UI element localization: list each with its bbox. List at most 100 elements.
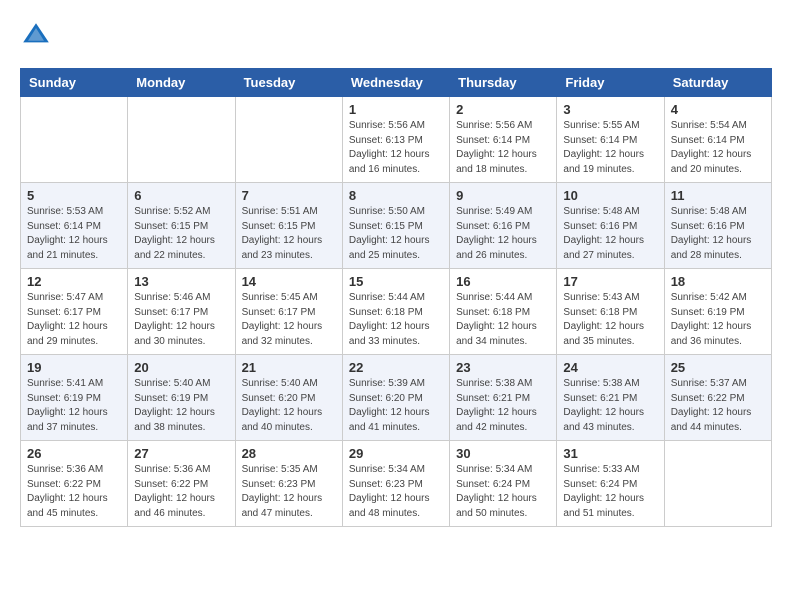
calendar-cell: 2Sunrise: 5:56 AM Sunset: 6:14 PM Daylig… — [450, 97, 557, 183]
day-number: 16 — [456, 274, 550, 289]
day-info: Sunrise: 5:53 AM Sunset: 6:14 PM Dayligh… — [27, 205, 121, 263]
calendar-cell: 3 Sunrise: 5:55 AM Sunset: 6:14 PM Daylig… — [557, 97, 664, 183]
weekday-header: Wednesday — [342, 69, 449, 97]
weekday-header-row: SundayMondayTuesdayWednesdayThursdayFrid… — [21, 69, 772, 97]
calendar-cell — [235, 97, 342, 183]
day-number: 4 — [671, 102, 765, 117]
day-info: Sunrise: 5:50 AM Sunset: 6:15 PM Dayligh… — [349, 205, 443, 263]
day-number: 1 — [349, 102, 443, 117]
day-info: Sunrise: 5:46 AM Sunset: 6:17 PM Dayligh… — [134, 291, 228, 349]
calendar-week-row: 5 Sunrise: 5:53 AM Sunset: 6:14 PM Daylig… — [21, 183, 772, 269]
day-info: Sunrise: 5:34 AM Sunset: 6:24 PM Dayligh… — [456, 463, 550, 521]
day-info: Sunrise: 5:41 AM Sunset: 6:19 PM Dayligh… — [27, 377, 121, 435]
calendar-cell: 6 Sunrise: 5:52 AM Sunset: 6:15 PM Daylig… — [128, 183, 235, 269]
day-number: 13 — [134, 274, 228, 289]
day-number: 17 — [563, 274, 657, 289]
day-info: Sunrise: 5:45 AM Sunset: 6:17 PM Dayligh… — [242, 291, 336, 349]
weekday-header: Monday — [128, 69, 235, 97]
day-info: Sunrise: 5:52 AM Sunset: 6:15 PM Dayligh… — [134, 205, 228, 263]
day-number: 6 — [134, 188, 228, 203]
calendar-table: SundayMondayTuesdayWednesdayThursdayFrid… — [20, 68, 772, 527]
calendar-cell: 25 Sunrise: 5:37 AM Sunset: 6:22 PM Dayli… — [664, 355, 771, 441]
day-number: 15 — [349, 274, 443, 289]
day-info: Sunrise: 5:36 AM Sunset: 6:22 PM Dayligh… — [27, 463, 121, 521]
day-info: Sunrise: 5:40 AM Sunset: 6:19 PM Dayligh… — [134, 377, 228, 435]
weekday-header: Thursday — [450, 69, 557, 97]
calendar-cell: 28 Sunrise: 5:35 AM Sunset: 6:23 PM Dayli… — [235, 441, 342, 527]
day-number: 8 — [349, 188, 443, 203]
day-number: 3 — [563, 102, 657, 117]
weekday-header: Sunday — [21, 69, 128, 97]
day-number: 23 — [456, 360, 550, 375]
calendar-cell: 23 Sunrise: 5:38 AM Sunset: 6:21 PM Dayli… — [450, 355, 557, 441]
day-number: 22 — [349, 360, 443, 375]
calendar-week-row: 1 Sunrise: 5:56 AM Sunset: 6:13 PM Daylig… — [21, 97, 772, 183]
day-number: 18 — [671, 274, 765, 289]
day-number: 25 — [671, 360, 765, 375]
calendar-cell: 15 Sunrise: 5:44 AM Sunset: 6:18 PM Dayli… — [342, 269, 449, 355]
calendar-cell: 14 Sunrise: 5:45 AM Sunset: 6:17 PM Dayli… — [235, 269, 342, 355]
day-number: 9 — [456, 188, 550, 203]
calendar-cell: 22 Sunrise: 5:39 AM Sunset: 6:20 PM Dayli… — [342, 355, 449, 441]
day-number: 12 — [27, 274, 121, 289]
calendar-cell: 7 Sunrise: 5:51 AM Sunset: 6:15 PM Daylig… — [235, 183, 342, 269]
day-number: 26 — [27, 446, 121, 461]
day-number: 5 — [27, 188, 121, 203]
day-info: Sunrise: 5:38 AM Sunset: 6:21 PM Dayligh… — [563, 377, 657, 435]
day-info: Sunrise: 5:36 AM Sunset: 6:22 PM Dayligh… — [134, 463, 228, 521]
calendar-cell: 5 Sunrise: 5:53 AM Sunset: 6:14 PM Daylig… — [21, 183, 128, 269]
calendar-cell: 18 Sunrise: 5:42 AM Sunset: 6:19 PM Dayli… — [664, 269, 771, 355]
calendar-cell: 9Sunrise: 5:49 AM Sunset: 6:16 PM Daylig… — [450, 183, 557, 269]
calendar-cell — [21, 97, 128, 183]
day-number: 2 — [456, 102, 550, 117]
logo — [20, 20, 58, 52]
day-info: Sunrise: 5:34 AM Sunset: 6:23 PM Dayligh… — [349, 463, 443, 521]
calendar-cell — [664, 441, 771, 527]
calendar-cell: 16 Sunrise: 5:44 AM Sunset: 6:18 PM Dayli… — [450, 269, 557, 355]
weekday-header: Friday — [557, 69, 664, 97]
day-number: 30 — [456, 446, 550, 461]
day-info: Sunrise: 5:44 AM Sunset: 6:18 PM Dayligh… — [456, 291, 550, 349]
day-info: Sunrise: 5:42 AM Sunset: 6:19 PM Dayligh… — [671, 291, 765, 349]
calendar-cell: 27 Sunrise: 5:36 AM Sunset: 6:22 PM Dayli… — [128, 441, 235, 527]
calendar-week-row: 12 Sunrise: 5:47 AM Sunset: 6:17 PM Dayli… — [21, 269, 772, 355]
day-info: Sunrise: 5:54 AM Sunset: 6:14 PM Dayligh… — [671, 119, 765, 177]
calendar-cell: 12 Sunrise: 5:47 AM Sunset: 6:17 PM Dayli… — [21, 269, 128, 355]
calendar-cell: 4 Sunrise: 5:54 AM Sunset: 6:14 PM Daylig… — [664, 97, 771, 183]
weekday-header: Tuesday — [235, 69, 342, 97]
day-info: Sunrise: 5:44 AM Sunset: 6:18 PM Dayligh… — [349, 291, 443, 349]
day-info: Sunrise: 5:48 AM Sunset: 6:16 PM Dayligh… — [563, 205, 657, 263]
day-number: 24 — [563, 360, 657, 375]
calendar-cell: 31Sunrise: 5:33 AM Sunset: 6:24 PM Dayli… — [557, 441, 664, 527]
day-number: 29 — [349, 446, 443, 461]
day-number: 21 — [242, 360, 336, 375]
day-number: 28 — [242, 446, 336, 461]
day-info: Sunrise: 5:47 AM Sunset: 6:17 PM Dayligh… — [27, 291, 121, 349]
day-info: Sunrise: 5:55 AM Sunset: 6:14 PM Dayligh… — [563, 119, 657, 177]
calendar-week-row: 19Sunrise: 5:41 AM Sunset: 6:19 PM Dayli… — [21, 355, 772, 441]
day-info: Sunrise: 5:38 AM Sunset: 6:21 PM Dayligh… — [456, 377, 550, 435]
day-number: 14 — [242, 274, 336, 289]
day-info: Sunrise: 5:40 AM Sunset: 6:20 PM Dayligh… — [242, 377, 336, 435]
calendar-cell: 11Sunrise: 5:48 AM Sunset: 6:16 PM Dayli… — [664, 183, 771, 269]
day-info: Sunrise: 5:37 AM Sunset: 6:22 PM Dayligh… — [671, 377, 765, 435]
day-number: 27 — [134, 446, 228, 461]
day-info: Sunrise: 5:56 AM Sunset: 6:13 PM Dayligh… — [349, 119, 443, 177]
calendar-cell: 8 Sunrise: 5:50 AM Sunset: 6:15 PM Daylig… — [342, 183, 449, 269]
calendar-week-row: 26 Sunrise: 5:36 AM Sunset: 6:22 PM Dayli… — [21, 441, 772, 527]
day-info: Sunrise: 5:48 AM Sunset: 6:16 PM Dayligh… — [671, 205, 765, 263]
calendar-cell: 29 Sunrise: 5:34 AM Sunset: 6:23 PM Dayli… — [342, 441, 449, 527]
weekday-header: Saturday — [664, 69, 771, 97]
calendar-cell: 17 Sunrise: 5:43 AM Sunset: 6:18 PM Dayli… — [557, 269, 664, 355]
day-info: Sunrise: 5:51 AM Sunset: 6:15 PM Dayligh… — [242, 205, 336, 263]
calendar-cell: 21 Sunrise: 5:40 AM Sunset: 6:20 PM Dayli… — [235, 355, 342, 441]
day-number: 10 — [563, 188, 657, 203]
day-number: 7 — [242, 188, 336, 203]
calendar-cell: 20Sunrise: 5:40 AM Sunset: 6:19 PM Dayli… — [128, 355, 235, 441]
day-number: 31 — [563, 446, 657, 461]
day-info: Sunrise: 5:43 AM Sunset: 6:18 PM Dayligh… — [563, 291, 657, 349]
day-info: Sunrise: 5:35 AM Sunset: 6:23 PM Dayligh… — [242, 463, 336, 521]
calendar-cell: 10 Sunrise: 5:48 AM Sunset: 6:16 PM Dayli… — [557, 183, 664, 269]
day-info: Sunrise: 5:39 AM Sunset: 6:20 PM Dayligh… — [349, 377, 443, 435]
calendar-cell: 13 Sunrise: 5:46 AM Sunset: 6:17 PM Dayli… — [128, 269, 235, 355]
